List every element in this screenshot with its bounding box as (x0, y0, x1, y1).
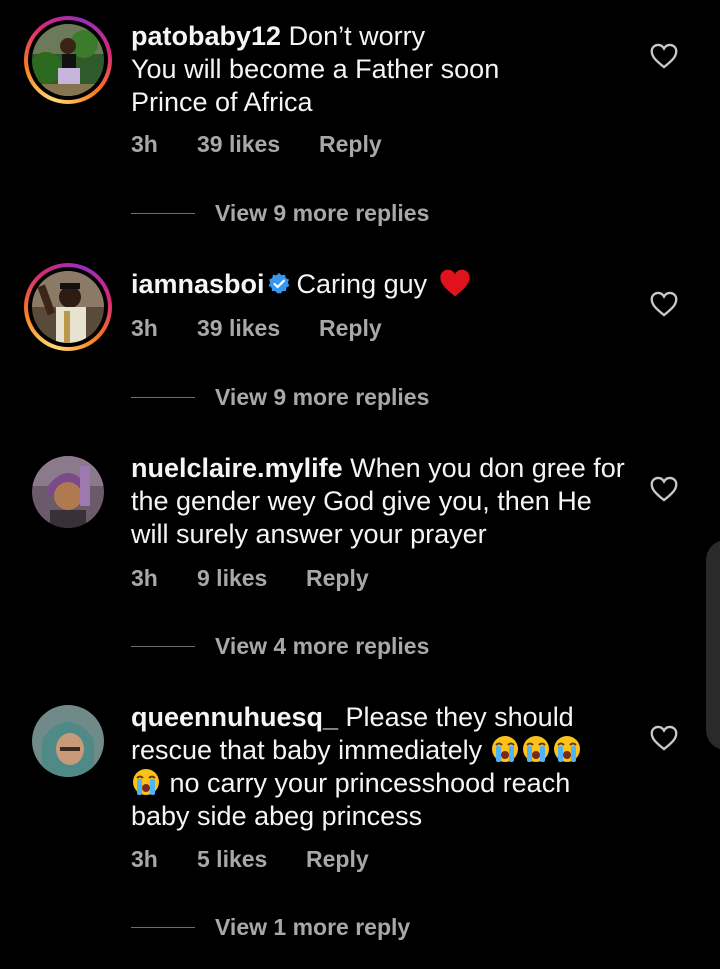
reply-button[interactable]: Reply (319, 131, 382, 158)
view-replies-label[interactable]: View 9 more replies (215, 384, 429, 411)
avatar-photo-woman-hijab (32, 705, 104, 777)
comment-likes[interactable]: 5 likes (197, 846, 267, 873)
comment-body-line: Don’t worry (288, 21, 426, 51)
verified-badge-icon (268, 273, 289, 294)
comment-time: 3h (131, 846, 158, 872)
reply-button[interactable]: Reply (306, 846, 369, 873)
replies-divider (131, 397, 195, 398)
comment-body-line: the gender wey God give you, then He (131, 486, 592, 516)
comment-username[interactable]: queennuhuesq_ (131, 702, 338, 732)
comment-body-line: Prince of Africa (131, 87, 313, 117)
like-heart-icon[interactable] (650, 725, 678, 751)
comment-username[interactable]: nuelclaire.mylife (131, 453, 343, 483)
comment-body-line: Please they should (345, 702, 574, 732)
view-replies-label[interactable]: View 4 more replies (215, 633, 429, 660)
comment-body-line: When you don gree for (350, 453, 625, 483)
red-heart-emoji-icon (439, 269, 470, 297)
comment-body-line: baby side abeg princess (131, 801, 423, 831)
replies-divider (131, 927, 195, 928)
avatar[interactable] (32, 705, 104, 777)
scrollbar-handle[interactable] (706, 540, 720, 750)
comment-time: 3h (131, 131, 158, 157)
comment-likes[interactable]: 9 likes (197, 565, 267, 592)
comment-time: 3h (131, 565, 158, 591)
avatar-photo-woman-headwrap (32, 456, 104, 528)
comment-text: iamnasboi Caring guy (131, 268, 631, 301)
comment-text: queennuhuesq_ Please they should rescue … (131, 701, 631, 833)
avatar-photo-woman-green (32, 24, 104, 96)
comment-body-line: You will become a Father soon (131, 54, 500, 84)
like-heart-icon[interactable] (650, 476, 678, 502)
replies-divider (131, 646, 195, 647)
view-replies-label[interactable]: View 1 more reply (215, 914, 410, 941)
comment-text: patobaby12 Don’t worry You will become a… (131, 20, 631, 119)
loudly-crying-face-emoji-icon (133, 769, 159, 795)
comment-username[interactable]: iamnasboi (131, 269, 265, 299)
like-heart-icon[interactable] (650, 43, 678, 69)
comment-time: 3h (131, 315, 158, 341)
comment-body-line: no carry your princesshood reach (169, 768, 571, 798)
comment-likes[interactable]: 39 likes (197, 131, 280, 158)
comment-text: nuelclaire.mylife When you don gree for … (131, 452, 631, 551)
like-heart-icon[interactable] (650, 291, 678, 317)
loudly-crying-face-emoji-icon (491, 736, 518, 762)
loudly-crying-face-emoji-icon (553, 736, 580, 762)
avatar[interactable] (32, 456, 104, 528)
replies-divider (131, 213, 195, 214)
view-replies-label[interactable]: View 9 more replies (215, 200, 429, 227)
reply-button[interactable]: Reply (319, 315, 382, 342)
comment-body-line: Caring guy (296, 269, 428, 299)
loudly-crying-face-emoji-icon (522, 736, 549, 762)
comment-username[interactable]: patobaby12 (131, 21, 281, 51)
avatar[interactable] (24, 263, 112, 351)
avatar[interactable] (24, 16, 112, 104)
comment-body-line: will surely answer your prayer (131, 519, 487, 549)
reply-button[interactable]: Reply (306, 565, 369, 592)
avatar-photo-man-waving (32, 271, 104, 343)
comment-body-line: rescue that baby immediately (131, 735, 483, 765)
comment-likes[interactable]: 39 likes (197, 315, 280, 342)
